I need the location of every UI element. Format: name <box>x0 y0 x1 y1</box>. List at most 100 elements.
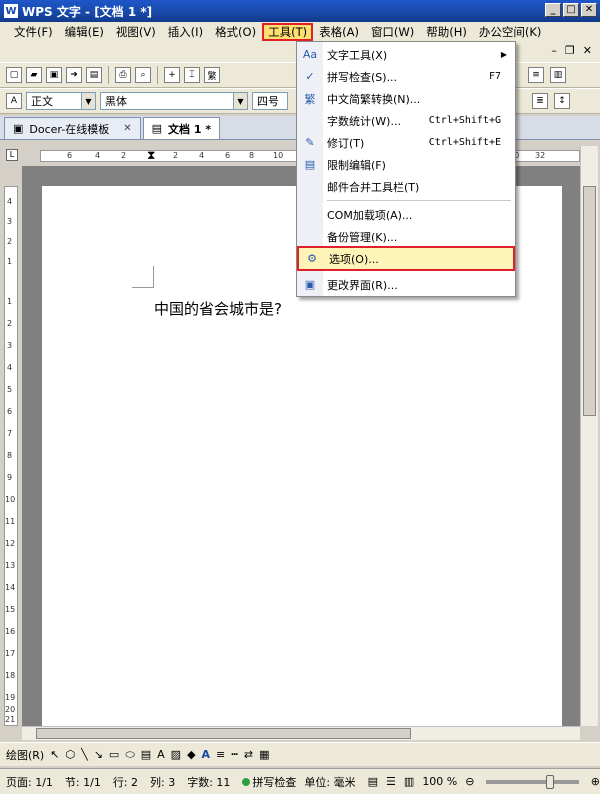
menu-item-chinese-convert[interactable]: 繁 中文简繁转换(N)... <box>297 88 515 109</box>
zoom-in-icon[interactable]: ⊕ <box>591 775 600 788</box>
textbox-icon[interactable]: ▤ <box>141 748 151 761</box>
line-icon[interactable]: ╲ <box>81 748 88 761</box>
spellcheck-status[interactable]: 拼写检查 <box>242 774 296 790</box>
arrow-style-icon[interactable]: ⇄ <box>244 748 253 761</box>
traditional-convert-icon[interactable]: 繁 <box>204 67 220 83</box>
window-title: WPS 文字 - [文档 1 *] <box>22 4 153 19</box>
scrollbar-thumb[interactable] <box>583 186 596 416</box>
horizontal-scrollbar[interactable] <box>22 726 580 740</box>
save-icon[interactable]: ▣ <box>46 67 62 83</box>
zoom-out-icon[interactable]: ⊖ <box>465 775 474 788</box>
vruler-number: 17 <box>5 649 16 658</box>
tab-document-1[interactable]: ▤ 文档 1 * <box>142 117 221 139</box>
menu-item-backup[interactable]: 备份管理(K)... <box>297 226 515 247</box>
status-column: 列: 3 <box>150 775 176 789</box>
menu-item-restrict-editing[interactable]: ▤ 限制编辑(F) <box>297 154 515 175</box>
vruler-number: 4 <box>7 197 13 206</box>
close-button[interactable]: ✕ <box>581 3 597 17</box>
vruler-number: 18 <box>5 671 16 680</box>
tab-stop-icon[interactable]: L <box>6 149 18 161</box>
print-icon[interactable]: ⎙ <box>115 67 131 83</box>
scrollbar-thumb[interactable] <box>36 728 411 739</box>
menu-item-mail-merge[interactable]: 邮件合并工具栏(T) <box>297 176 515 197</box>
menu-view[interactable]: 视图(V) <box>110 23 162 41</box>
zoom-slider[interactable] <box>486 774 579 789</box>
doc-restore-icon[interactable]: ❐ <box>565 44 575 57</box>
select-arrow-icon[interactable]: ↖ <box>50 748 59 761</box>
doc-close-icon[interactable]: ✕ <box>583 44 592 57</box>
menu-item-change-ui[interactable]: ▣ 更改界面(R)... <box>297 274 515 295</box>
picture-icon[interactable]: ▨ <box>171 748 181 761</box>
menu-item-com-addins[interactable]: COM加载项(A)... <box>297 204 515 225</box>
zoom-value[interactable]: 100 % <box>422 775 457 788</box>
insert-icon[interactable]: + <box>164 67 180 83</box>
text-tool-icon: Aa <box>302 48 318 61</box>
menu-item-text-tools[interactable]: Aa 文字工具(X) ▶ <box>297 44 515 65</box>
window-controls: _ □ ✕ <box>545 3 597 17</box>
font-size-select[interactable]: 四号 <box>252 92 288 110</box>
align-icon[interactable]: ≡ <box>528 67 544 83</box>
status-wordcount[interactable]: 字数: 11 <box>187 774 234 790</box>
fill-color-icon[interactable]: ◆ <box>187 748 195 761</box>
doc-minimize-icon[interactable]: – <box>551 44 557 57</box>
menu-file[interactable]: 文件(F) <box>8 23 59 41</box>
minimize-button[interactable]: _ <box>545 3 561 17</box>
ruler-number: 6 <box>225 151 231 160</box>
font-select[interactable]: 黑体 ▼ <box>100 92 248 110</box>
spellcheck-icon: ✓ <box>305 70 315 83</box>
menu-edit[interactable]: 编辑(E) <box>59 23 110 41</box>
menu-office-space[interactable]: 办公空间(K) <box>473 23 548 41</box>
draw-menu-button[interactable]: 绘图(R) <box>6 747 44 763</box>
menu-item-label: COM加载项(A)... <box>327 208 413 222</box>
vruler-number: 3 <box>7 341 13 350</box>
export-icon[interactable]: ➜ <box>66 67 82 83</box>
menu-help[interactable]: 帮助(H) <box>420 23 473 41</box>
zoom-slider-knob[interactable] <box>546 774 555 789</box>
vertical-scrollbar[interactable] <box>580 146 598 726</box>
line-style-icon[interactable]: ≡ <box>216 748 225 761</box>
columns-icon[interactable]: ▥ <box>550 67 566 83</box>
menu-insert[interactable]: 插入(I) <box>162 23 209 41</box>
menu-item-options[interactable]: ⚙ 选项(O)... <box>297 246 515 271</box>
open-icon[interactable]: ▰ <box>26 67 42 83</box>
justify-icon[interactable]: ≣ <box>532 93 548 109</box>
shadow-icon[interactable]: ▦ <box>259 748 269 761</box>
dash-style-icon[interactable]: ┅ <box>231 748 238 761</box>
tab-label: Docer-在线模板 <box>29 122 110 136</box>
menu-format[interactable]: 格式(O) <box>209 23 262 41</box>
indent-marker-icon[interactable]: ⧗ <box>147 148 155 163</box>
vruler-number: 20 <box>5 705 16 714</box>
menu-item-label: 字数统计(W)... <box>327 114 401 128</box>
vruler-number: 1 <box>7 297 13 306</box>
tab-docer-templates[interactable]: ▣ Docer-在线模板 ✕ <box>4 117 141 139</box>
close-icon[interactable]: ✕ <box>123 123 131 134</box>
maximize-button[interactable]: □ <box>563 3 579 17</box>
style-select[interactable]: 正文 ▼ <box>26 92 96 110</box>
outline-view-icon[interactable]: ☰ <box>386 775 396 788</box>
ellipse-icon[interactable]: ⬭ <box>125 748 134 762</box>
new-doc-icon[interactable]: ▢ <box>6 67 22 83</box>
document-text[interactable]: 中国的省会城市是? <box>154 298 282 319</box>
style-icon[interactable]: A <box>6 93 22 109</box>
pdf-icon[interactable]: ▤ <box>86 67 102 83</box>
status-line: 行: 2 <box>112 775 139 789</box>
status-unit[interactable]: 单位: 毫米 <box>304 774 359 790</box>
menu-table[interactable]: 表格(A) <box>313 23 365 41</box>
autoshape-icon[interactable]: ⬡ <box>65 748 75 761</box>
font-color-icon[interactable]: A <box>202 748 211 761</box>
menu-item-spellcheck[interactable]: ✓ 拼写检查(S)... F7 <box>297 66 515 87</box>
print-preview-icon[interactable]: ⌕ <box>135 67 151 83</box>
vruler-number: 5 <box>7 385 13 394</box>
wordart-icon[interactable]: A <box>157 748 165 761</box>
menu-tools[interactable]: 工具(T) <box>262 23 314 41</box>
web-view-icon[interactable]: ▥ <box>404 775 414 788</box>
wps-logo-icon: W <box>4 4 18 18</box>
menu-item-word-count[interactable]: 字数统计(W)... Ctrl+Shift+G <box>297 110 515 131</box>
line-spacing-icon[interactable]: ↕ <box>554 93 570 109</box>
rectangle-icon[interactable]: ▭ <box>109 748 119 761</box>
format-painter-icon[interactable]: ⌶ <box>184 67 200 83</box>
page-view-icon[interactable]: ▤ <box>368 775 378 788</box>
arrow-icon[interactable]: ↘ <box>94 748 103 761</box>
menu-window[interactable]: 窗口(W) <box>365 23 420 41</box>
menu-item-revision[interactable]: ✎ 修订(T) Ctrl+Shift+E <box>297 132 515 153</box>
